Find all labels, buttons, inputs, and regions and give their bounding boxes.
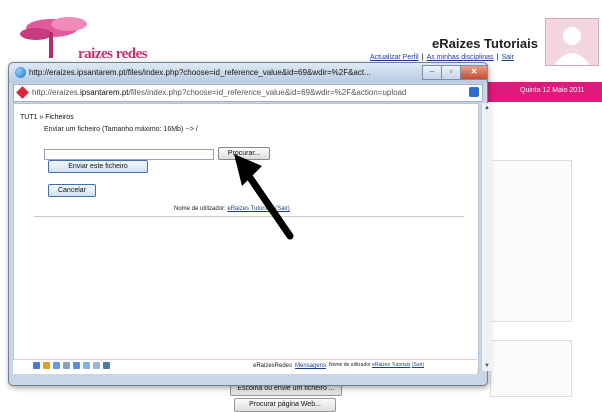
logo-text: raizes redes <box>78 46 148 62</box>
site-title: eRaizes Tutoriais <box>432 36 538 51</box>
cancel-button[interactable]: Cancelar <box>48 184 96 197</box>
file-path-input[interactable] <box>44 149 214 160</box>
minimize-button[interactable]: – <box>422 65 442 80</box>
breadcrumb: TUT1 » Ficheiros <box>20 114 74 121</box>
scroll-down-icon[interactable]: ▼ <box>484 363 490 369</box>
search-icon[interactable] <box>103 362 110 369</box>
footer-logout-link[interactable]: (Sair) <box>412 362 424 368</box>
footer-site-name: eRaizesRedes <box>253 363 293 369</box>
logout-link[interactable]: Sair <box>502 54 514 61</box>
footer-icon-bar <box>33 362 110 369</box>
background-block <box>490 160 572 322</box>
user-icon[interactable] <box>43 362 50 369</box>
scroll-up-icon[interactable]: ▲ <box>484 105 490 111</box>
update-profile-link[interactable]: Actualizar Perfil <box>370 54 419 61</box>
background-block <box>490 340 572 397</box>
footer-user-line: Nome de utilizador eRaizes Tutoriais (Sa… <box>329 362 425 368</box>
settings-icon[interactable] <box>93 362 100 369</box>
footer-user-name-link[interactable]: eRaizes Tutoriais <box>372 362 410 368</box>
maximize-button[interactable]: ▫ <box>441 65 461 80</box>
chat2-icon[interactable] <box>83 362 90 369</box>
page-info-icon[interactable] <box>469 87 479 97</box>
address-text: http://eraizes.ipsantarem.pt/files/index… <box>32 88 407 97</box>
site-favicon-icon <box>16 86 29 99</box>
window-titlebar[interactable]: http://eraizes.ipsantarem.pt/files/index… <box>9 63 488 83</box>
print-icon[interactable] <box>33 362 40 369</box>
page-footer: eRaizesRedes Mensagens Nome de utilizado… <box>13 359 477 374</box>
mail-icon[interactable] <box>53 362 60 369</box>
send-file-button[interactable]: Enviar este ficheiro <box>48 160 148 173</box>
list-icon[interactable] <box>63 362 70 369</box>
date-label: Quinta 12 Maio 2011 <box>520 87 585 94</box>
close-button[interactable]: ✕ <box>460 65 488 80</box>
messages-link[interactable]: Mensagens <box>295 363 326 369</box>
pointer-arrow-icon <box>234 154 294 240</box>
my-courses-link[interactable]: As minhas disciplinas <box>427 54 494 61</box>
upload-info-text: Enviar um ficheiro (Tamanho máximo: 16Mb… <box>44 126 198 133</box>
user-silhouette-icon <box>554 27 590 65</box>
chat-icon[interactable] <box>73 362 80 369</box>
address-bar[interactable]: http://eraizes.ipsantarem.pt/files/index… <box>13 84 483 102</box>
window-controls: – ▫ ✕ <box>422 65 488 80</box>
window-title: http://eraizes.ipsantarem.pt/files/index… <box>29 68 371 77</box>
scrollbar[interactable]: ▲ ▼ <box>481 103 492 371</box>
browse-web-button[interactable]: Procurar página Web... <box>234 398 336 412</box>
avatar[interactable] <box>545 18 599 66</box>
top-links: Actualizar Perfil | As minhas disciplinas |… <box>370 54 514 61</box>
browser-icon <box>15 67 26 78</box>
